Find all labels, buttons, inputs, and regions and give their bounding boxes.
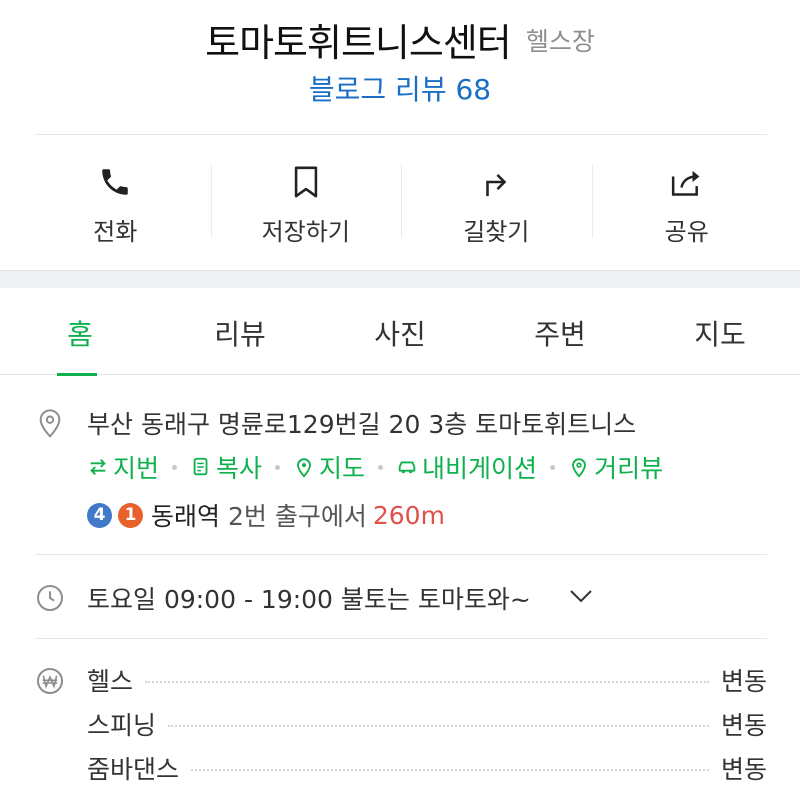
lot-address-link[interactable]: 지번 [87, 449, 159, 485]
location-pin-icon [34, 407, 66, 439]
price-item-value: 변동 [720, 711, 767, 740]
price-dotted-leader [168, 725, 709, 727]
separator-dot [275, 464, 281, 470]
street-view-label: 거리뷰 [594, 454, 664, 483]
tab-home[interactable]: 홈 [0, 289, 160, 376]
price-dotted-leader [191, 769, 709, 771]
station-exit: 2번 출구에서 [228, 502, 367, 531]
section-divider [35, 638, 767, 639]
share-button[interactable]: 공유 [591, 150, 783, 250]
call-label: 전화 [93, 218, 138, 246]
map-pin-icon [297, 458, 311, 478]
price-dotted-leader [145, 681, 709, 683]
action-bar: 전화 저장하기 길찾기 공유 [20, 150, 782, 250]
station-distance: 260m [372, 500, 445, 530]
navigation-link[interactable]: 내비게이션 [396, 449, 537, 485]
map-label: 지도 [319, 454, 366, 483]
tab-photo[interactable]: 사진 [320, 289, 480, 375]
won-icon [34, 665, 66, 697]
chevron-down-icon[interactable] [568, 586, 594, 610]
directions-icon [476, 162, 516, 202]
place-category: 헬스장 [525, 26, 595, 56]
phone-icon [95, 162, 135, 202]
price-item-value: 변동 [720, 755, 767, 784]
section-gap [0, 270, 800, 288]
directions-label: 길찾기 [463, 218, 530, 246]
separator-dot [550, 464, 556, 470]
save-button[interactable]: 저장하기 [210, 150, 402, 250]
blog-review-link[interactable]: 블로그 리뷰 68 [0, 68, 800, 108]
place-header: 토마토휘트니스센터 헬스장 블로그 리뷰 68 전화 저장하기 길찾기 공유 [0, 0, 800, 270]
header-divider [35, 134, 767, 135]
tab-bar: 홈 리뷰 사진 주변 지도 [0, 289, 800, 376]
map-link[interactable]: 지도 [293, 449, 365, 485]
car-icon [398, 461, 416, 474]
subway-info: 4 1 동래역 2번 출구에서 260m [87, 497, 445, 533]
directions-button[interactable]: 길찾기 [401, 150, 592, 250]
address-links: 지번 복사 지도 내비게이션 거리뷰 [87, 449, 663, 485]
separator-dot [172, 464, 178, 470]
save-label: 저장하기 [261, 218, 350, 246]
section-divider [35, 554, 767, 555]
lot-address-label: 지번 [113, 454, 160, 483]
place-name: 토마토휘트니스센터 [205, 21, 512, 65]
price-row: 헬스 변동 [87, 663, 767, 697]
clock-icon [34, 582, 66, 614]
business-hours[interactable]: 토요일 09:00 - 19:00 불토는 토마토와~ [87, 580, 531, 616]
subway-line-4-badge: 4 [87, 502, 112, 528]
bookmark-icon [286, 162, 326, 202]
price-item-value: 변동 [720, 667, 767, 696]
copy-label: 복사 [216, 454, 263, 483]
price-row: 줌바댄스 변동 [87, 751, 767, 785]
price-row: 스피닝 변동 [87, 707, 767, 741]
street-view-icon [572, 458, 586, 478]
tab-review[interactable]: 리뷰 [160, 289, 320, 375]
share-label: 공유 [664, 218, 709, 246]
tab-map[interactable]: 지도 [640, 289, 800, 375]
title-row: 토마토휘트니스센터 헬스장 [0, 12, 800, 67]
street-view-link[interactable]: 거리뷰 [568, 449, 663, 485]
separator-dot [378, 464, 384, 470]
price-item-name: 줌바댄스 [87, 755, 180, 784]
call-button[interactable]: 전화 [20, 150, 211, 250]
copy-link[interactable]: 복사 [190, 449, 262, 485]
copy-icon [193, 457, 208, 476]
address-text: 부산 동래구 명륜로129번길 20 3층 토마토휘트니스 [87, 410, 637, 439]
navigation-label: 내비게이션 [422, 454, 538, 483]
price-item-name: 스피닝 [87, 711, 157, 740]
swap-icon [90, 459, 106, 475]
subway-line-1-badge: 1 [118, 502, 143, 528]
tab-nearby[interactable]: 주변 [480, 289, 640, 375]
price-item-name: 헬스 [87, 667, 134, 696]
share-icon [667, 162, 707, 202]
station-name: 동래역 [151, 502, 221, 531]
